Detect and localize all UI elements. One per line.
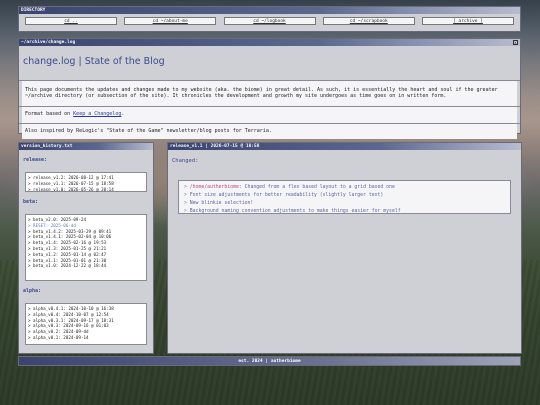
beta-section-label: beta: [23, 199, 39, 205]
alpha-section-label: alpha: [23, 288, 42, 294]
format-paragraph: Format based on Keep a Changelog. [22, 107, 517, 123]
change-item: > Background naming convention adjustmen… [184, 208, 505, 216]
close-icon[interactable]: x [513, 40, 518, 45]
beta-item[interactable]: > beta_v1.0: 2024-12-22 @ 18:44 [28, 263, 144, 269]
directory-nav: cd .. cd ~/about-me cd ~/logbook cd ~/sc… [19, 14, 520, 25]
release-section-label: release: [23, 157, 48, 163]
alpha-list: > alpha_v0.4.1: 2024-10-10 @ 16:38 > alp… [25, 303, 147, 345]
changelog-window: ~/archive/change.log x change.log | Stat… [18, 38, 521, 139]
directory-titlebar: DIRECTORY [19, 7, 520, 14]
format-prefix: Format based on [25, 111, 74, 117]
nav-link-scrapbook[interactable]: cd ~/scrapbook [322, 17, 415, 25]
beta-list: > beta_v2.0: 2025-09-24 > RESET: 2025-06… [25, 214, 147, 281]
intro-paragraph: This page documents the updates and chan… [22, 81, 517, 106]
change-item: > Font size adjustments for better reada… [184, 192, 505, 200]
version-history-window: version_history.txt release: > release_v… [18, 142, 154, 354]
change-text: New blinkie selection! [189, 201, 254, 206]
change-text: Background naming convention adjustments… [189, 209, 401, 214]
keep-a-changelog-link[interactable]: Keep a Changelog [73, 111, 121, 117]
change-item: > /home/autherbiome: Changed from a flex… [184, 184, 505, 192]
change-item: > New blinkie selection! [184, 200, 505, 208]
version-history-titlebar: version_history.txt [19, 143, 153, 150]
directory-window: DIRECTORY cd .. cd ~/about-me cd ~/logbo… [18, 6, 521, 32]
release-list: > release_v1.2: 2026-08-12 @ 17:41 > rel… [25, 172, 147, 192]
release-detail-window: release_v1.1 | 2026-07-15 @ 18:58 Change… [167, 142, 522, 354]
changelog-titlebar: ~/archive/change.log [19, 39, 520, 46]
page-title: change.log | State of the Blog [23, 56, 165, 67]
changed-label: Changed: [172, 158, 199, 164]
alpha-item[interactable]: > alpha_v0.1: 2024-09-14 [28, 335, 144, 341]
nav-link-archive[interactable]: [ archive ] [422, 17, 514, 25]
nav-link-about-me[interactable]: cd ~/about-me [124, 17, 217, 25]
change-text: : Changed from a flex based layout to a … [238, 185, 395, 190]
nav-link-parent[interactable]: cd .. [25, 17, 117, 25]
inspiration-paragraph: Also inspired by ReLogic's "State of the… [22, 124, 517, 139]
change-text: Font size adjustments for better readabi… [189, 193, 384, 198]
site-footer: est. 2024 | autherbiome [18, 356, 521, 366]
change-path: /home/autherbiome [189, 185, 239, 190]
changes-list: > /home/autherbiome: Changed from a flex… [178, 180, 511, 214]
format-suffix: . [121, 111, 125, 117]
release-titlebar: release_v1.1 | 2026-07-15 @ 18:58 [168, 143, 521, 150]
nav-link-logbook[interactable]: cd ~/logbook [223, 17, 316, 25]
